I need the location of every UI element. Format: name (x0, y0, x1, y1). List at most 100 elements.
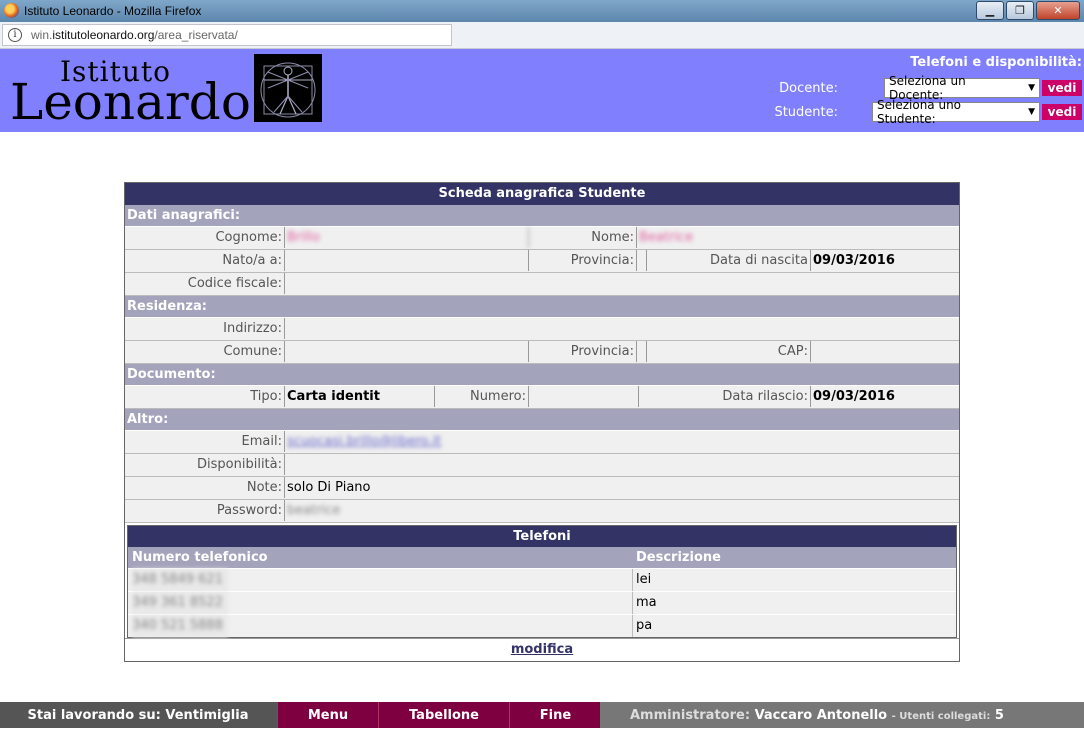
user-info: Amministratore: Vaccaro Antonello - Uten… (600, 702, 1084, 728)
working-on-value: Ventimiglia (165, 708, 249, 723)
phone-number: 348 5849 621 (132, 569, 228, 591)
section-residenza: Residenza: (125, 296, 959, 318)
docente-vedi-button[interactable]: vedi (1042, 80, 1082, 96)
value-data-rilascio: 09/03/2016 (813, 389, 895, 404)
section-documento: Documento: (125, 364, 959, 386)
address-bar: i win.istitutoleonardo.org/area_riservat… (0, 22, 1084, 49)
url-field[interactable]: i win.istitutoleonardo.org/area_riservat… (2, 24, 452, 46)
docente-label: Docente: (779, 80, 838, 96)
value-codice-fiscale (285, 273, 959, 294)
phones-table: Telefoni Numero telefonico Descrizione 3… (127, 525, 957, 638)
label-data-rilascio: Data rilascio: (639, 386, 811, 407)
row-email: Email: scuocasi.brillo@libero.it (125, 431, 959, 454)
maximize-button[interactable]: ❐ (1006, 1, 1034, 20)
label-numero: Numero: (435, 386, 529, 407)
vitruvian-man-logo (254, 54, 322, 122)
docente-row: Docente: Seleziona un Docente: ▼ vedi (779, 74, 1082, 102)
phone-number: 349 361 8522 (132, 592, 228, 614)
label-cap: CAP: (647, 341, 811, 362)
label-password: Password: (125, 500, 285, 521)
phone-row: 340 521 5888 pa (128, 614, 956, 637)
row-nascita: Nato/a a: Provincia: Data di nascita 09/… (125, 250, 959, 273)
studente-vedi-button[interactable]: vedi (1042, 104, 1082, 120)
value-cap (811, 341, 959, 362)
section-anagrafici: Dati anagrafici: (125, 205, 959, 227)
window-controls: ▁ ❐ ✕ (976, 1, 1080, 20)
email-link[interactable]: scuocasi.brillo@libero.it (287, 434, 441, 449)
phone-desc: pa (636, 618, 653, 633)
footer-bar: Stai lavorando su: Ventimiglia Menu Tabe… (0, 702, 1084, 728)
phone-desc: ma (636, 595, 657, 610)
label-codice-fiscale: Codice fiscale: (125, 273, 285, 294)
modifica-link[interactable]: modifica (511, 642, 573, 657)
label-email: Email: (125, 431, 285, 452)
studente-select[interactable]: Seleziona uno Studente: ▼ (872, 98, 1040, 126)
label-disponibilita: Disponibilità: (125, 454, 285, 475)
connected-count: 5 (994, 708, 1004, 723)
value-numero (529, 386, 639, 407)
label-tipo: Tipo: (125, 386, 285, 407)
student-record-card: Scheda anagrafica Studente Dati anagrafi… (124, 182, 960, 662)
value-email[interactable]: scuocasi.brillo@libero.it (285, 431, 959, 452)
phone-row: 349 361 8522 ma (128, 591, 956, 614)
value-provincia-res (637, 341, 647, 362)
value-comune (285, 341, 529, 362)
menu-button[interactable]: Menu (277, 702, 378, 728)
dropdown-arrow-icon: ▼ (1028, 83, 1035, 93)
docente-select[interactable]: Seleziona un Docente: ▼ (884, 74, 1040, 102)
phones-title: Telefoni (128, 526, 956, 547)
label-note: Note: (125, 477, 285, 498)
section-altro: Altro: (125, 409, 959, 431)
window-title: Istituto Leonardo - Mozilla Firefox (24, 4, 202, 18)
url-text: win.istitutoleonardo.org/area_riservata/ (31, 28, 238, 42)
label-indirizzo: Indirizzo: (125, 318, 285, 339)
value-note: solo Di Piano (287, 480, 371, 495)
label-comune: Comune: (125, 341, 285, 362)
value-data-nascita: 09/03/2016 (813, 253, 895, 268)
row-password: Password: beatrice (125, 500, 959, 523)
studente-label: Studente: (774, 104, 838, 120)
close-button[interactable]: ✕ (1036, 1, 1080, 20)
logo-line2: Leonardo (10, 73, 251, 131)
user-name: Vaccaro Antonello (754, 708, 888, 723)
role-label: Amministratore: (630, 708, 751, 723)
info-icon[interactable]: i (8, 28, 22, 42)
value-disponibilita (285, 454, 959, 475)
site-header: Istituto Leonardo Telefoni e disponibili… (0, 49, 1084, 132)
value-password: beatrice (287, 503, 341, 518)
firefox-icon (4, 3, 19, 18)
row-comune: Comune: Provincia: CAP: (125, 341, 959, 364)
card-title: Scheda anagrafica Studente (125, 183, 959, 205)
phone-number: 340 521 5888 (132, 615, 228, 637)
connected-label: - Utenti collegati: (891, 711, 991, 722)
fine-button[interactable]: Fine (509, 702, 601, 728)
row-documento: Tipo: Carta identit Numero: Data rilasci… (125, 386, 959, 409)
label-data-nascita: Data di nascita (647, 250, 811, 271)
window-titlebar: Istituto Leonardo - Mozilla Firefox ▁ ❐ … (0, 0, 1084, 22)
studente-row: Studente: Seleziona uno Studente: ▼ vedi (774, 98, 1082, 126)
value-provincia (637, 250, 647, 271)
col-header-desc: Descrizione (636, 550, 721, 565)
value-indirizzo (285, 318, 959, 339)
phones-header: Numero telefonico Descrizione (128, 547, 956, 568)
working-on-label: Stai lavorando su: (27, 708, 161, 723)
label-nome: Nome: (529, 227, 637, 248)
label-provincia-res: Provincia: (529, 341, 637, 362)
phone-desc: lei (636, 572, 652, 587)
tabellone-button[interactable]: Tabellone (378, 702, 509, 728)
working-on: Stai lavorando su: Ventimiglia (0, 702, 276, 728)
phone-row: 348 5849 621 lei (128, 568, 956, 591)
label-cognome: Cognome: (125, 227, 285, 248)
value-cognome: Brillo (285, 227, 529, 248)
row-cognome-nome: Cognome: Brillo Nome: Beatrice (125, 227, 959, 250)
row-note: Note: solo Di Piano (125, 477, 959, 500)
minimize-button[interactable]: ▁ (976, 1, 1004, 20)
value-nato (285, 250, 529, 271)
label-nato: Nato/a a: (125, 250, 285, 271)
label-provincia: Provincia: (529, 250, 637, 271)
row-codice-fiscale: Codice fiscale: (125, 273, 959, 296)
value-nome: Beatrice (639, 230, 694, 245)
dropdown-arrow-icon: ▼ (1028, 107, 1035, 117)
col-header-number: Numero telefonico (132, 550, 268, 565)
header-title: Telefoni e disponibilità: (910, 55, 1082, 70)
